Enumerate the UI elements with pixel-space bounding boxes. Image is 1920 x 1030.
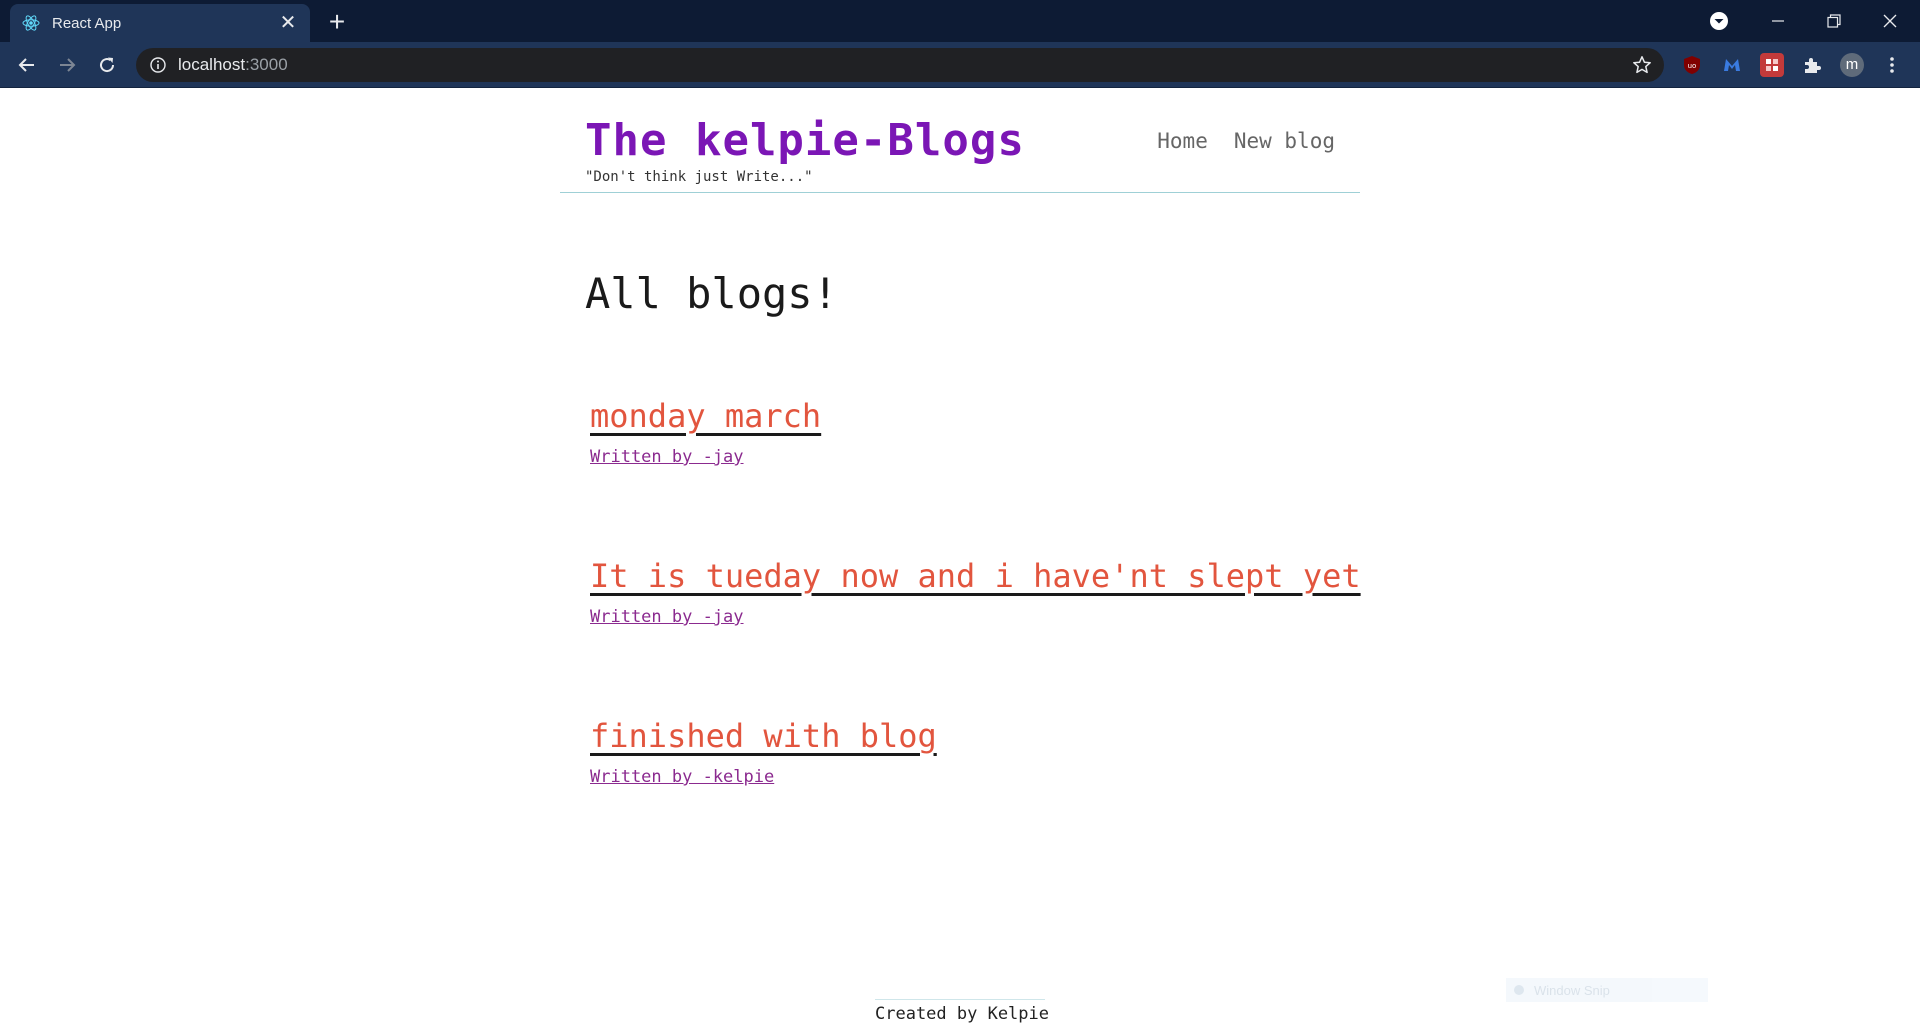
svg-text:uo: uo — [1688, 62, 1697, 70]
tab-search-icon[interactable] — [1708, 10, 1730, 32]
snip-icon — [1514, 985, 1524, 995]
nav-links: Home New blog — [1157, 129, 1335, 153]
url-text: localhost:3000 — [178, 48, 288, 82]
bookmark-star-icon[interactable] — [1632, 55, 1652, 75]
window-snip-overlay: Window Snip — [1506, 978, 1708, 1002]
malwarebytes-extension-icon[interactable] — [1720, 53, 1744, 77]
blog-title-link[interactable]: monday march — [590, 397, 821, 435]
profile-initial: m — [1845, 56, 1859, 73]
profile-avatar[interactable]: m — [1840, 53, 1864, 77]
extension-red-icon[interactable] — [1760, 53, 1784, 77]
extensions-puzzle-icon[interactable] — [1800, 53, 1824, 77]
react-icon — [22, 14, 40, 32]
url-port: :3000 — [245, 55, 288, 74]
ublock-extension-icon[interactable]: uo — [1680, 53, 1704, 77]
minimize-icon[interactable] — [1750, 0, 1806, 42]
reload-icon[interactable] — [90, 48, 124, 82]
close-window-icon[interactable] — [1862, 0, 1918, 42]
site-footer: Created by Kelpie — [875, 999, 1049, 1024]
blog-author-link[interactable]: Written by -kelpie — [590, 767, 774, 787]
blog-title-link[interactable]: finished with blog — [590, 717, 937, 755]
back-arrow-icon[interactable] — [10, 48, 44, 82]
browser-menu-icon[interactable] — [1880, 53, 1904, 77]
browser-tab-strip: React App ✕ + — [0, 0, 1920, 42]
site-navbar: The kelpie-Blogs "Don't think just Write… — [560, 89, 1360, 193]
home-content: All blogs! — [585, 269, 1345, 318]
blog-list: monday march Written by -jay It is tueda… — [590, 397, 1361, 877]
blog-author-link[interactable]: Written by -jay — [590, 607, 744, 627]
blog-preview: It is tueday now and i have'nt slept yet… — [590, 557, 1361, 717]
tab-title: React App — [52, 14, 122, 32]
blog-author-link[interactable]: Written by -jay — [590, 447, 744, 467]
site-info-icon[interactable] — [150, 57, 166, 73]
page-heading: All blogs! — [585, 269, 838, 318]
site-title: The kelpie-Blogs — [585, 115, 1025, 166]
page-viewport: The kelpie-Blogs "Don't think just Write… — [0, 89, 1920, 1030]
close-tab-icon[interactable]: ✕ — [278, 13, 298, 33]
new-tab-button[interactable]: + — [322, 8, 352, 38]
nav-link-new-blog[interactable]: New blog — [1234, 129, 1335, 153]
snip-label: Window Snip — [1534, 982, 1610, 998]
nav-link-home[interactable]: Home — [1157, 129, 1208, 153]
blog-title-link[interactable]: It is tueday now and i have'nt slept yet — [590, 557, 1361, 595]
site-tagline: "Don't think just Write..." — [585, 169, 813, 185]
browser-toolbar: localhost:3000 uo m — [0, 42, 1920, 88]
forward-arrow-icon[interactable] — [50, 48, 84, 82]
footer-text: Created by Kelpie — [875, 1004, 1049, 1024]
url-host: localhost — [178, 55, 246, 74]
address-bar[interactable]: localhost:3000 — [136, 48, 1664, 82]
restore-icon[interactable] — [1806, 0, 1862, 42]
blog-preview: finished with blog Written by -kelpie — [590, 717, 1350, 877]
blog-preview: monday march Written by -jay — [590, 397, 1350, 557]
browser-tab-react-app[interactable]: React App ✕ — [10, 4, 310, 42]
